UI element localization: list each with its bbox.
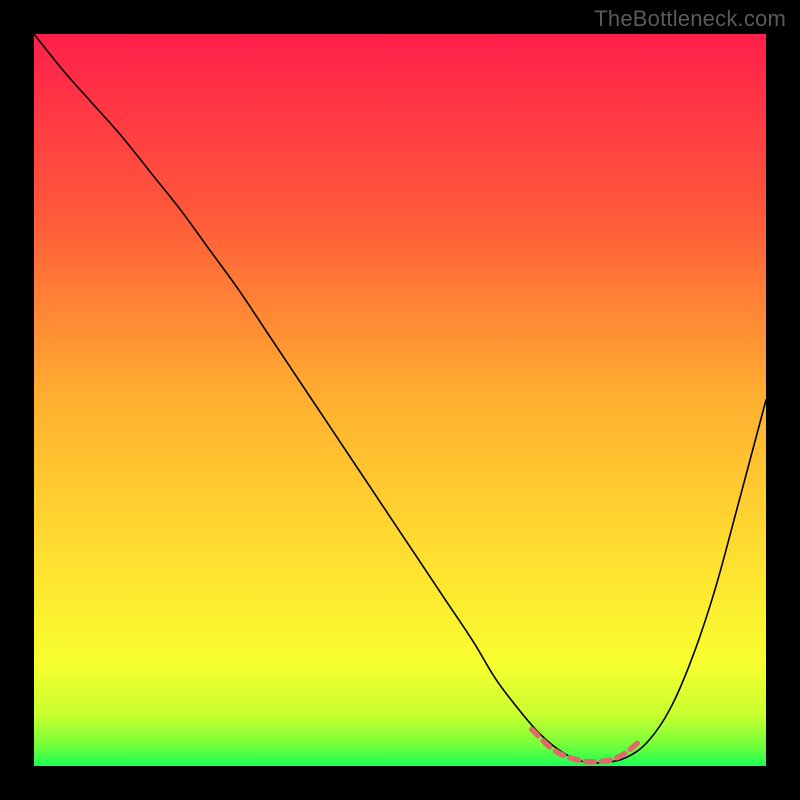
chart-frame: TheBottleneck.com — [0, 0, 800, 800]
watermark-text: TheBottleneck.com — [594, 6, 786, 32]
gradient-background — [34, 34, 766, 766]
plot-area — [34, 34, 766, 766]
chart-svg — [34, 34, 766, 766]
